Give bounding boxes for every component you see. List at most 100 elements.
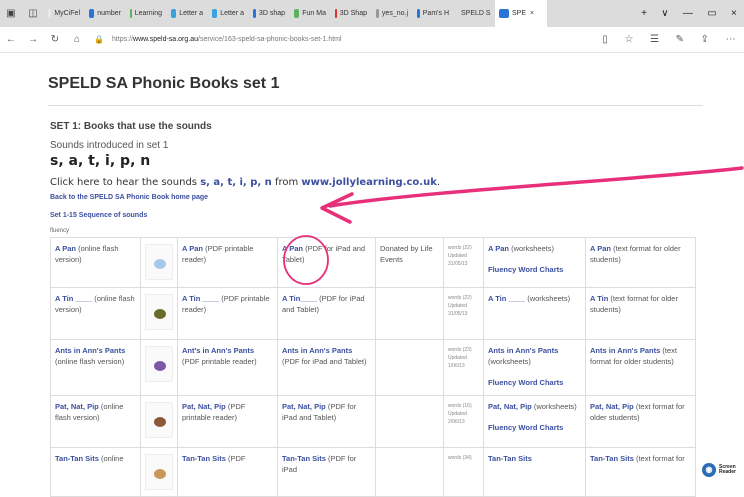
text-format-link[interactable]: Ants in Ann's Pants [590,346,660,355]
browser-tab[interactable]: 3D Shap [331,5,371,23]
screen-reader-button[interactable]: ◉ Screen Reader [702,463,736,477]
favorites-hub-icon[interactable]: ☰ [650,34,659,45]
browser-tab[interactable]: Fun Ma [290,5,330,23]
browser-tab[interactable]: Pam's H [413,5,453,23]
ipad-pdf-link[interactable]: A Tin____ [282,294,317,303]
refresh-icon[interactable]: ↻ [44,34,66,45]
book-cover-thumbnail[interactable] [145,401,173,438]
flash-book-desc: (online flash version) [55,356,125,366]
new-tab-button[interactable]: + [641,8,647,19]
jolly-learning-link[interactable]: www.jollylearning.co.uk [301,177,436,188]
pen-icon[interactable]: ✎ [676,34,684,45]
worksheets-link[interactable]: Tan-Tan Sits [488,454,532,463]
updated-label: Updated [448,253,467,259]
tab-close-button[interactable]: × [530,10,534,17]
browser-tab-bar: ▣ ◫ MyCiFel number Learning Letter a Letter … [0,0,744,27]
worksheets-desc: (worksheets) [488,356,531,366]
set-heading: SET 1: Books that use the sounds [50,121,212,132]
window-close-button[interactable]: × [731,8,737,19]
pdf-reader-link[interactable]: A Tin ____ [182,294,219,303]
maximize-button[interactable]: ▭ [707,8,716,19]
tab-label: number [97,10,121,17]
browser-tab[interactable]: 3D shap [249,5,289,23]
favorite-star-icon[interactable]: ☆ [624,34,633,45]
book-cover-thumbnail[interactable] [145,346,173,382]
tab-back-icon[interactable]: ◫ [22,8,44,19]
ipad-pdf-link[interactable]: Ants in Ann's Pants [282,346,352,355]
worksheets-link[interactable]: Pat, Nat, Pip [488,402,532,411]
tab-label: Pam's H [422,10,449,17]
browser-tab[interactable]: Letter a [208,5,248,23]
table-cell: words (34) [443,446,484,497]
fluency-word-charts-link[interactable]: Fluency Word Charts [488,265,581,276]
window-tabs-icon[interactable]: ▣ [0,8,22,19]
worksheets-desc: (worksheets) [525,294,571,303]
word-count: words (22) [448,245,472,251]
minimize-button[interactable]: — [683,8,693,19]
text-format-link[interactable]: A Tin [590,294,608,303]
book-cover-thumbnail[interactable] [145,244,173,280]
tab-favicon-icon [294,9,300,18]
forward-arrow-icon[interactable]: → [22,34,44,45]
browser-tab[interactable]: Letter a [167,5,207,23]
table-cell [140,394,178,448]
text-format-link[interactable]: Pat, Nat, Pip [590,402,634,411]
share-icon[interactable]: ⇪ [701,34,709,45]
pdf-reader-link[interactable]: Pat, Nat, Pip [182,402,226,411]
table-row: A Pan (online flash version) A Pan (PDF p… [50,237,696,288]
browser-tab[interactable]: number [85,5,125,23]
flash-book-link[interactable]: A Tin ____ [55,294,92,303]
back-arrow-icon[interactable]: ← [0,34,22,45]
url-prefix: https:// [112,36,134,43]
browser-tab[interactable]: SPELD S [454,5,494,23]
text-format-link[interactable]: A Pan [590,244,611,253]
worksheets-link[interactable]: A Pan [488,244,509,253]
book-cover-thumbnail[interactable] [145,294,173,330]
home-icon[interactable]: ⌂ [66,34,88,45]
url-field[interactable]: https://www.speld-sa.org.au/service/163-… [112,36,592,43]
tab-label: 3D shap [258,10,285,17]
text-format-link[interactable]: Tan-Tan Sits [590,454,634,463]
books-table: A Pan (online flash version) A Pan (PDF p… [50,237,696,497]
tab-menu-button[interactable]: ∨ [661,8,668,19]
pdf-reader-link[interactable]: Tan-Tan Sits [182,454,226,463]
tab-favicon-icon [171,9,177,18]
browser-tab[interactable]: SPE × [495,0,547,27]
reading-view-icon[interactable]: ▯ [602,34,608,45]
page-title: SPELD SA Phonic Books set 1 [48,75,280,92]
ipad-pdf-link[interactable]: A Pan [282,244,303,253]
flash-book-desc: (online [98,453,124,463]
sounds-link[interactable]: s, a, t, i, p, n [200,177,272,188]
table-cell [375,287,444,340]
fluency-word-charts-link[interactable]: Fluency Word Charts [488,378,581,389]
worksheets-link[interactable]: A Tin ____ [488,294,525,303]
table-cell: words (22) Updated 31/05/13 [443,237,484,288]
browser-tab[interactable]: Learning [126,5,166,23]
table-cell: Donated by Life Events [375,237,444,288]
pdf-reader-link[interactable]: A Pan [182,244,203,253]
pdf-reader-link[interactable]: Ant's in Ann's Pants [182,346,254,355]
worksheets-link[interactable]: Ants in Ann's Pants [488,346,558,355]
table-cell: A Tin (text format for older students) [585,287,696,340]
lock-icon: 🔒 [94,35,104,44]
flash-book-link[interactable]: Pat, Nat, Pip [55,402,99,411]
browser-tab[interactable]: MyCiFel [44,5,84,23]
fluency-word-charts-link[interactable]: Fluency Word Charts [488,423,581,434]
sequence-of-sounds-link[interactable]: Sequence of sounds [79,212,147,219]
back-home-link[interactable]: Back to the SPELD SA Phonic Book home pa… [50,194,208,201]
browser-tab[interactable]: yes_no.j [372,5,412,23]
flash-book-link[interactable]: Tan-Tan Sits [55,454,99,463]
ipad-pdf-link[interactable]: Tan-Tan Sits [282,454,326,463]
donation-note: Donated by Life Events [380,244,433,264]
tab-label: SPELD S [461,10,491,17]
more-icon[interactable]: ⋯ [726,34,736,45]
table-row: Ants in Ann's Pants (online flash versio… [50,339,696,396]
screen-reader-label-2: Reader [719,469,736,475]
table-cell: words (23) Updated 1/06/13 [443,339,484,396]
flash-book-link[interactable]: A Pan [55,244,76,253]
word-count: words (23) [448,347,472,353]
book-cover-thumbnail[interactable] [145,453,173,490]
flash-book-link[interactable]: Ants in Ann's Pants [55,346,125,355]
tab-label: Learning [134,10,162,17]
ipad-pdf-link[interactable]: Pat, Nat, Pip [282,402,326,411]
